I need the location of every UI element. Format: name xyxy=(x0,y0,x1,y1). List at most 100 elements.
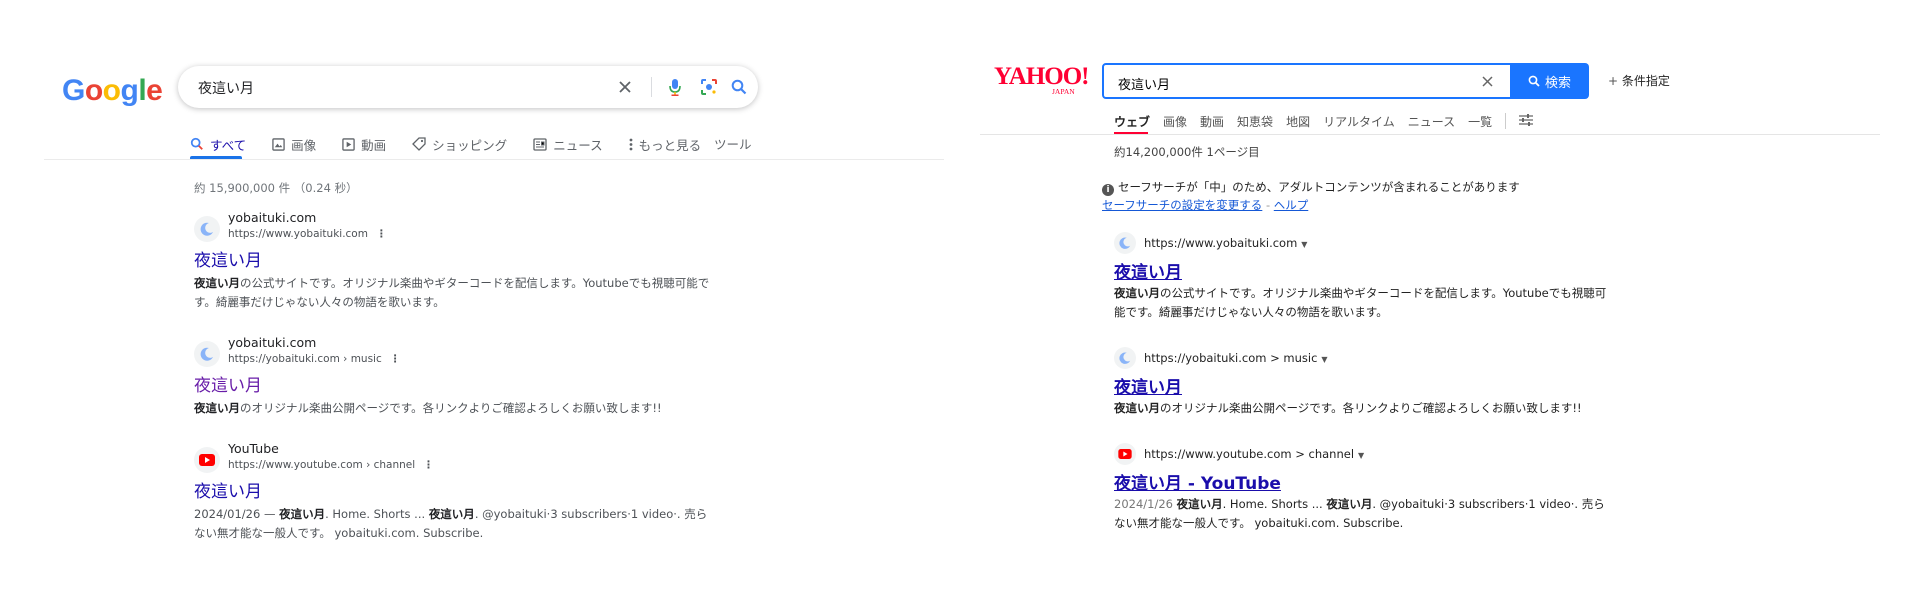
tab-label: 動画 xyxy=(361,137,387,153)
result-url: https://www.yobaituki.com ▼ xyxy=(1144,236,1307,250)
result-stats: 約 15,900,000 件 （0.24 秒） xyxy=(194,181,358,195)
google-search-input[interactable] xyxy=(196,76,600,100)
yahoo-tab-bar: ウェブ 画像 動画 知恵袋 地図 リアルタイム ニュース 一覧 xyxy=(1114,110,1534,132)
search-icon[interactable] xyxy=(728,76,750,98)
logo-letter: e xyxy=(146,74,163,107)
result-site-name: yobaituki.com xyxy=(228,210,317,225)
result-url-text: https://www.yobaituki.com xyxy=(228,228,368,240)
yahoo-japan-logo[interactable]: YAHOO! JAPAN xyxy=(994,64,1089,96)
result-url-text: https://yobaituki.com > music xyxy=(1144,351,1318,365)
snippet-text: のオリジナル楽曲公開ページです。各リンクよりご確認よろしくお願い致します!! xyxy=(240,401,662,415)
tab-images[interactable]: 画像 xyxy=(272,132,316,156)
snippet-highlight: 夜這い月 xyxy=(194,401,240,415)
yahoo-search-input[interactable] xyxy=(1116,72,1460,94)
advanced-search-link[interactable]: + 条件指定 xyxy=(1608,72,1670,89)
result-title-link[interactable]: 夜這い月 - YouTube xyxy=(1114,469,1281,494)
logo-letter: l xyxy=(138,74,147,107)
search-icon xyxy=(190,137,203,150)
tab-all[interactable]: すべて xyxy=(190,132,246,156)
snippet-highlight: 夜這い月 xyxy=(1176,497,1223,511)
safesearch-settings-link[interactable]: セーフサーチの設定を変更する xyxy=(1102,198,1262,212)
more-vert-icon[interactable]: ⋮ xyxy=(423,459,434,471)
result-title-link[interactable]: 夜這い月 xyxy=(194,477,262,502)
tab-shopping[interactable]: ショッピング xyxy=(412,132,507,156)
moon-favicon-icon xyxy=(1114,347,1136,369)
tab-news[interactable]: ニュース xyxy=(533,132,603,156)
tab-more[interactable]: もっと見る xyxy=(629,132,701,156)
tab-label: 画像 xyxy=(291,137,317,153)
result-title-link[interactable]: 夜這い月 xyxy=(1114,373,1182,398)
snippet-highlight: 夜這い月 xyxy=(428,507,475,521)
snippet-highlight: 夜這い月 xyxy=(194,276,240,290)
moon-favicon-icon xyxy=(1114,232,1136,254)
moon-favicon-icon xyxy=(194,341,220,367)
more-vert-icon[interactable]: ⋮ xyxy=(390,353,401,365)
header-divider xyxy=(980,134,1880,135)
caret-down-icon[interactable]: ▼ xyxy=(1301,240,1307,249)
settings-sliders-icon[interactable] xyxy=(1518,112,1534,131)
tab-label: すべて xyxy=(210,137,247,153)
result-title-link[interactable]: 夜這い月 xyxy=(194,371,262,396)
tab-web[interactable]: ウェブ xyxy=(1114,113,1150,130)
lens-icon[interactable] xyxy=(698,76,720,98)
result-url: https://www.yobaituki.com ⋮ xyxy=(228,228,386,240)
caret-down-icon[interactable]: ▼ xyxy=(1321,355,1327,364)
snippet-text: の公式サイトです。オリジナル楽曲やギターコードを配信します。Youtubeでも視… xyxy=(194,276,710,309)
snippet-text: の公式サイトです。オリジナル楽曲やギターコードを配信します。Youtubeでも視… xyxy=(1114,286,1607,319)
tab-realtime[interactable]: リアルタイム xyxy=(1323,113,1395,130)
tab-news[interactable]: ニュース xyxy=(1408,113,1455,130)
result-stats: 約14,200,000件 1ページ目 xyxy=(1114,145,1260,159)
clear-icon[interactable] xyxy=(1477,71,1497,91)
safesearch-text: セーフサーチが「中」のため、アダルトコンテンツが含まれることがあります xyxy=(1118,180,1520,194)
logo-letter: g xyxy=(120,74,139,107)
result-snippet: 2024/1/26 夜這い月. Home. Shorts ... 夜這い月. @… xyxy=(1114,495,1614,533)
news-icon xyxy=(533,137,547,151)
result-title-link[interactable]: 夜這い月 xyxy=(194,246,262,271)
header-divider xyxy=(44,159,944,160)
snippet-highlight: 夜這い月 xyxy=(1326,497,1373,511)
snippet-text: のオリジナル楽曲公開ページです。各リンクよりご確認よろしくお願い致します!! xyxy=(1160,401,1582,415)
advanced-search-label: 条件指定 xyxy=(1621,74,1670,88)
more-vert-icon[interactable]: ⋮ xyxy=(376,228,387,240)
result-snippet: 夜這い月のオリジナル楽曲公開ページです。各リンクよりご確認よろしくお願い致します… xyxy=(194,399,714,418)
result-url: https://yobaituki.com > music ▼ xyxy=(1144,351,1328,365)
snippet-text: . Home. Shorts ... xyxy=(325,507,429,521)
tab-list[interactable]: 一覧 xyxy=(1468,113,1492,130)
result-snippet: 夜這い月のオリジナル楽曲公開ページです。各リンクよりご確認よろしくお願い致します… xyxy=(1114,399,1614,418)
caret-down-icon[interactable]: ▼ xyxy=(1358,451,1364,460)
result-url: https://www.youtube.com › channel ⋮ xyxy=(228,459,434,471)
search-button[interactable]: 検索 xyxy=(1510,63,1589,99)
result-site-name: yobaituki.com xyxy=(228,335,317,350)
snippet-highlight: 夜這い月 xyxy=(1114,286,1160,300)
tab-videos[interactable]: 動画 xyxy=(342,132,386,156)
google-tab-bar: すべて 画像 動画 ショッピング ニュース もっと見る xyxy=(190,132,727,156)
logo-letter: o xyxy=(102,74,121,107)
moon-favicon-icon xyxy=(194,216,220,242)
clear-icon[interactable] xyxy=(614,76,636,98)
tab-maps[interactable]: 地図 xyxy=(1286,113,1310,130)
result-snippet: 2024/01/26 — 夜這い月. Home. Shorts ... 夜這い月… xyxy=(194,505,714,543)
yahoo-search-box xyxy=(1102,63,1512,99)
microphone-icon[interactable] xyxy=(664,76,686,98)
tab-divider xyxy=(1505,113,1507,129)
result-url: https://www.youtube.com > channel ▼ xyxy=(1144,447,1364,461)
result-snippet: 夜這い月の公式サイトです。オリジナル楽曲やギターコードを配信します。Youtub… xyxy=(1114,284,1614,322)
snippet-highlight: 夜這い月 xyxy=(279,507,326,521)
tab-images[interactable]: 画像 xyxy=(1163,113,1187,130)
tab-chiebukuro[interactable]: 知恵袋 xyxy=(1237,113,1273,130)
google-logo[interactable]: Google xyxy=(62,74,163,108)
help-link[interactable]: ヘルプ xyxy=(1274,198,1309,212)
result-title-link[interactable]: 夜這い月 xyxy=(1114,258,1182,283)
tools-button[interactable]: ツール xyxy=(714,134,752,153)
result-url-text: https://www.youtube.com > channel xyxy=(1144,447,1355,461)
image-icon xyxy=(272,137,285,151)
safesearch-notice: i セーフサーチが「中」のため、アダルトコンテンツが含まれることがあります セーフ… xyxy=(1102,178,1520,214)
snippet-text: . Home. Shorts ... xyxy=(1222,497,1327,511)
logo-letter: G xyxy=(62,74,85,107)
result-date: 2024/1/26 xyxy=(1114,497,1177,511)
result-url: https://yobaituki.com › music ⋮ xyxy=(228,353,400,365)
search-box-divider xyxy=(651,77,652,97)
tab-videos[interactable]: 動画 xyxy=(1200,113,1224,130)
video-icon xyxy=(342,137,355,151)
tab-label: ショッピング xyxy=(432,137,508,153)
